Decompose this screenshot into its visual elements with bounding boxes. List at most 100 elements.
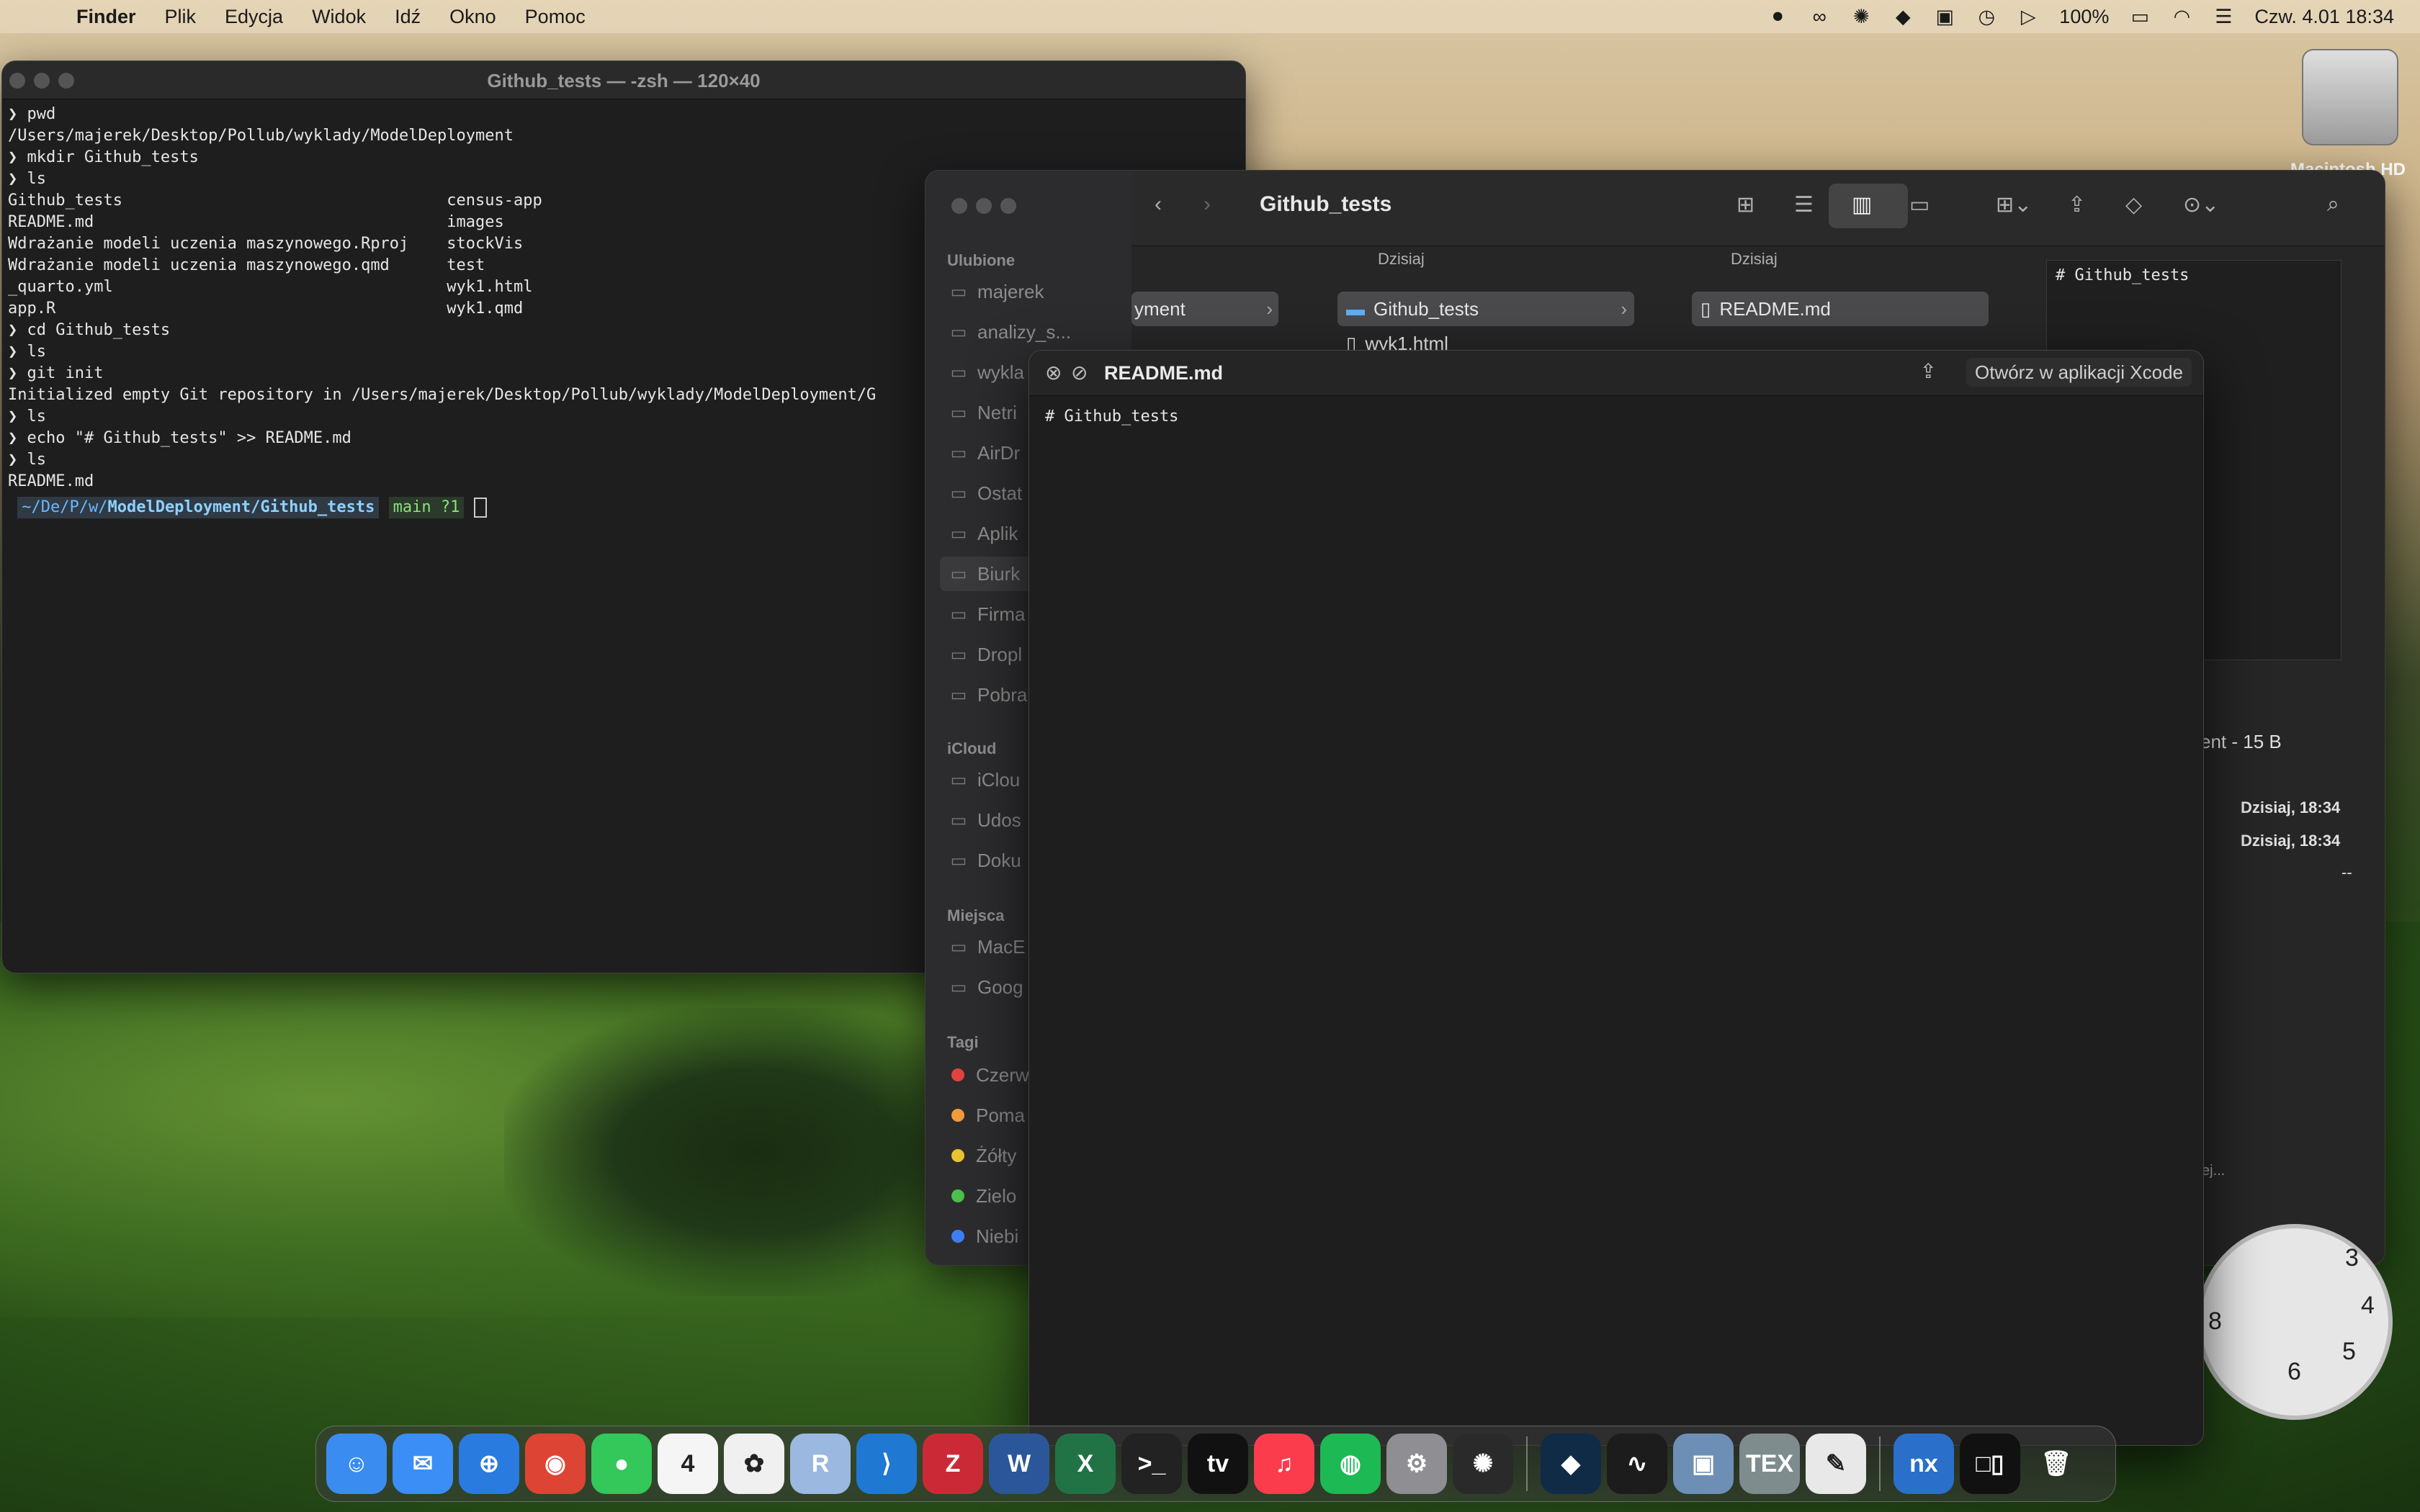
- dock-spotify-icon[interactable]: ◍: [1320, 1434, 1381, 1494]
- shield-icon[interactable]: ▣: [1934, 6, 1955, 27]
- quick-look-titlebar[interactable]: ⊗ ⊘ README.md ⇪ Otwórz w aplikacji Xcode: [1029, 351, 2203, 396]
- modified-date: Dzisiaj, 18:34: [2241, 832, 2341, 850]
- dock-word-icon[interactable]: W: [989, 1434, 1049, 1494]
- sidebar-item-label: Udos: [977, 809, 1021, 831]
- search-icon[interactable]: ⌕: [2327, 192, 2339, 217]
- tag-icon[interactable]: ◇: [2125, 192, 2142, 217]
- minimize-button[interactable]: [976, 198, 992, 214]
- close-button[interactable]: [951, 198, 967, 214]
- dock-calendar-icon[interactable]: 4: [658, 1434, 718, 1494]
- close-icon[interactable]: ⊗: [1045, 361, 1062, 384]
- dock-trash-icon[interactable]: 🗑: [2026, 1434, 2087, 1494]
- file-icon: ▯: [1700, 297, 1711, 320]
- folder-icon: ▭: [950, 322, 967, 342]
- wifi-icon[interactable]: ◠: [2171, 6, 2192, 27]
- gallery-view-icon[interactable]: ▭: [1909, 192, 1930, 217]
- dock-messages-icon[interactable]: ●: [591, 1434, 652, 1494]
- menu-window[interactable]: Okno: [449, 6, 496, 28]
- folder-icon: ▭: [950, 810, 967, 830]
- dock-music-icon[interactable]: ♫: [1254, 1434, 1314, 1494]
- more-icon[interactable]: ⊙⌄: [2183, 192, 2219, 217]
- prompt-git-status: main ?1: [388, 497, 465, 518]
- dock-rstudio-icon[interactable]: R: [790, 1434, 851, 1494]
- column-view-icon[interactable]: ▥: [1852, 192, 1872, 217]
- share-icon[interactable]: ⇪: [1920, 359, 1937, 383]
- sidebar-favorite-item[interactable]: ▭ analizy_s...: [940, 315, 1120, 349]
- group-icon[interactable]: ⊞⌄: [1996, 192, 2032, 217]
- dock-chrome-icon[interactable]: ◉: [525, 1434, 586, 1494]
- file-kind-size: ent - 15 B: [2200, 731, 2282, 752]
- battery-icon[interactable]: ▭: [2129, 6, 2151, 27]
- back-icon[interactable]: ‹: [1155, 192, 1162, 217]
- control-center-icon[interactable]: ☰: [2213, 6, 2234, 27]
- dock-mail-icon[interactable]: ✉: [393, 1434, 453, 1494]
- sidebar-item-label: analizy_s...: [977, 320, 1072, 343]
- quick-look-window: ⊗ ⊘ README.md ⇪ Otwórz w aplikacji Xcode…: [1028, 350, 2204, 1446]
- column-item-folder[interactable]: ▬ Github_tests ›: [1337, 292, 1634, 326]
- dock-appletv-icon[interactable]: tv: [1188, 1434, 1248, 1494]
- menu-view[interactable]: Widok: [312, 6, 366, 28]
- time-machine-icon[interactable]: ◷: [1976, 6, 1997, 27]
- dock-textedit-icon[interactable]: ✎: [1806, 1434, 1866, 1494]
- cloud-icon: ▭: [950, 770, 967, 790]
- download-icon: ▭: [950, 685, 967, 705]
- terminal-titlebar[interactable]: Github_tests — -zsh — 120×40: [2, 61, 1245, 99]
- dock-zotero-icon[interactable]: Z: [923, 1434, 983, 1494]
- section-favorites: Ulubione: [947, 251, 1016, 269]
- column-item[interactable]: yment ›: [1131, 292, 1278, 326]
- dock-terminal-icon[interactable]: >_: [1121, 1434, 1182, 1494]
- folder-icon: ▭: [950, 644, 967, 665]
- dock-preview-icon[interactable]: ▣: [1673, 1434, 1734, 1494]
- open-in-xcode-button[interactable]: Otwórz w aplikacji Xcode: [1966, 358, 2192, 387]
- menu-go[interactable]: Idź: [395, 6, 421, 28]
- sidebar-item-label: Zielo: [976, 1184, 1017, 1207]
- menu-bar: Finder Plik Edycja Widok Idź Okno Pomoc …: [0, 0, 2420, 33]
- chatgpt-icon[interactable]: ✺: [1850, 6, 1872, 27]
- share-icon[interactable]: ⇪: [2068, 192, 2086, 217]
- last-opened-date: --: [2341, 863, 2352, 881]
- sidebar-item-label: wykla: [977, 361, 1025, 383]
- airdrop-icon: ▭: [950, 443, 967, 463]
- dock-activity-monitor-icon[interactable]: ∿: [1607, 1434, 1667, 1494]
- dock-reader-icon[interactable]: □▯: [1960, 1434, 2020, 1494]
- more-link[interactable]: ej...: [2202, 1163, 2225, 1179]
- battery-percent: 100%: [2059, 5, 2110, 27]
- fullscreen-icon[interactable]: ⊘: [1071, 361, 1088, 384]
- menu-file[interactable]: Plik: [165, 6, 197, 28]
- dock-tex-icon[interactable]: TEX: [1739, 1434, 1800, 1494]
- dock-nomachine-icon[interactable]: nx: [1894, 1434, 1954, 1494]
- glasses-icon[interactable]: ∞: [1809, 6, 1830, 27]
- list-view-icon[interactable]: ☰: [1794, 192, 1814, 217]
- sidebar-item-label: Biurk: [977, 562, 1021, 585]
- window-title: Github_tests: [1260, 192, 1392, 216]
- text-cursor: [473, 498, 487, 518]
- zoom-button[interactable]: [1000, 198, 1016, 214]
- dock-finder-icon[interactable]: ☺: [326, 1434, 387, 1494]
- hard-drive-icon[interactable]: [2302, 49, 2398, 145]
- dock-excel-icon[interactable]: X: [1055, 1434, 1116, 1494]
- menu-edit[interactable]: Edycja: [225, 6, 283, 28]
- sidebar-favorite-item[interactable]: ▭ majerek: [940, 274, 1120, 309]
- dock-deepl-icon[interactable]: ◆: [1541, 1434, 1601, 1494]
- clock-widget[interactable]: 3 4 5 6 8: [2197, 1224, 2393, 1420]
- clock-text[interactable]: Czw. 4.01 18:34: [2254, 6, 2394, 28]
- dock-vscode-icon[interactable]: ⟩: [856, 1434, 917, 1494]
- play-icon[interactable]: ▷: [2017, 6, 2039, 27]
- dock-chatgpt-icon[interactable]: ✺: [1453, 1434, 1513, 1494]
- dock-photos-icon[interactable]: ✿: [724, 1434, 784, 1494]
- dock-settings-icon[interactable]: ⚙: [1386, 1434, 1447, 1494]
- forward-icon[interactable]: ›: [1204, 192, 1211, 217]
- disk-icon: ▭: [950, 937, 967, 957]
- column-item-file[interactable]: ▯ README.md: [1692, 292, 1989, 326]
- tag-dot-icon: [951, 1230, 964, 1243]
- sidebar-item-label: Czerw: [976, 1063, 1029, 1086]
- dock-safari-icon[interactable]: ⊕: [459, 1434, 519, 1494]
- terminal-line: ❯ mkdir Github_tests: [8, 148, 199, 166]
- icon-view-icon[interactable]: ⊞: [1736, 192, 1754, 217]
- deepl-icon[interactable]: ◆: [1892, 6, 1914, 27]
- record-icon[interactable]: ⏺: [1767, 5, 1788, 27]
- menu-help[interactable]: Pomoc: [525, 6, 586, 28]
- sidebar-item-label: majerek: [977, 280, 1044, 302]
- menu-app-name[interactable]: Finder: [76, 6, 136, 28]
- prompt-path: ~/De/P/w/ModelDeployment/Github_tests: [17, 497, 380, 518]
